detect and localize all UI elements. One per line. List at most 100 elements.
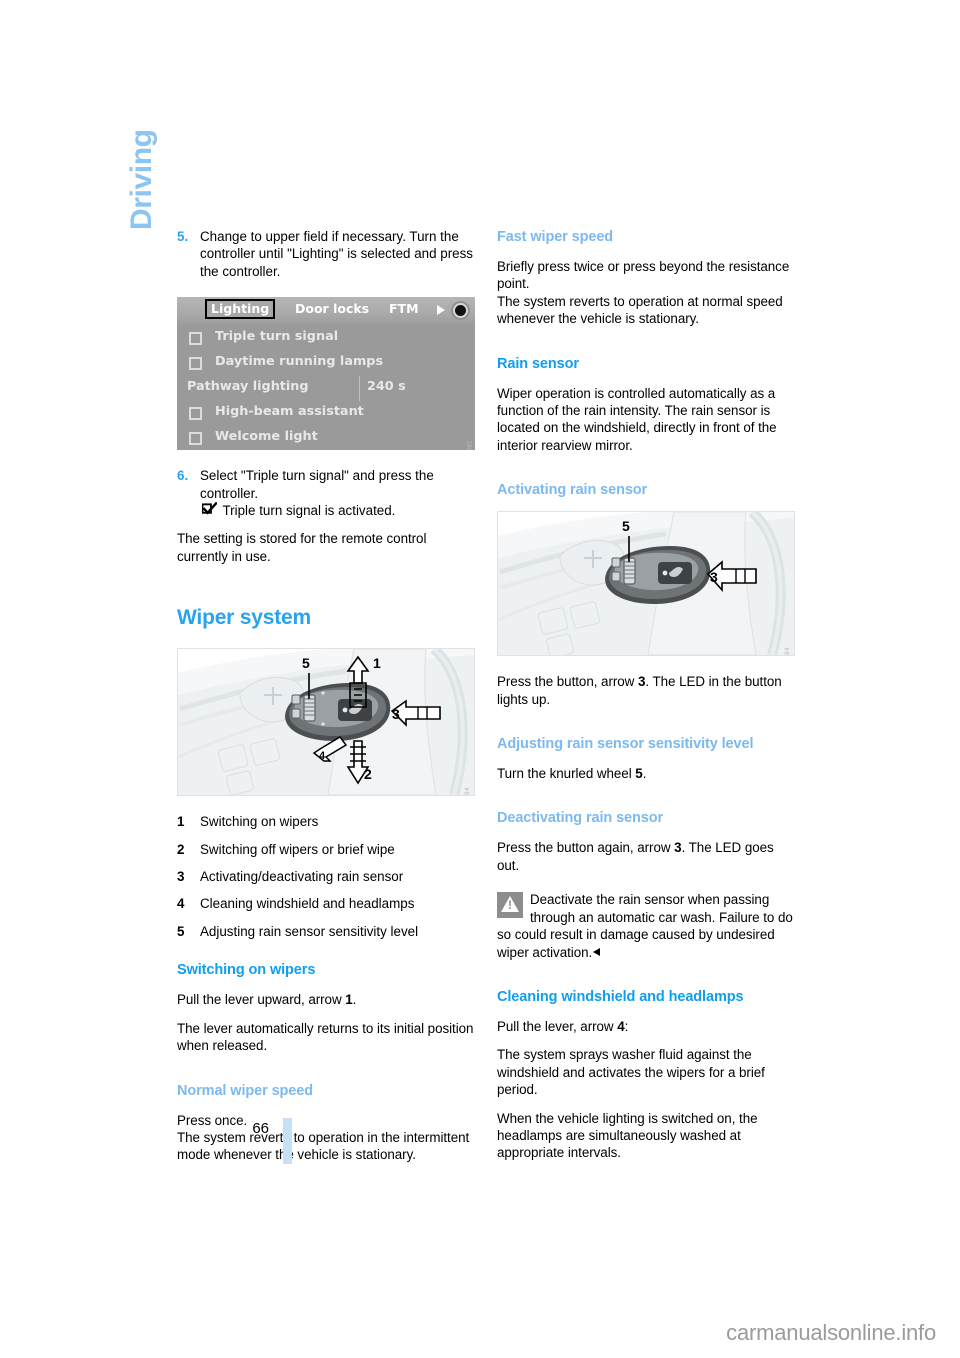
idrive-row-label: Welcome light (215, 429, 318, 445)
figure-watermark: VO0E3081 (467, 440, 473, 450)
text-fragment: Turn the knurled wheel (497, 766, 636, 782)
fast-wiper-speed-p1: Briefly press twice or press beyond the … (497, 259, 790, 292)
idrive-value-divider (359, 376, 360, 402)
left-column: 5. Change to upper field if necessary. T… (177, 228, 475, 1164)
legend-label: Switching off wipers or brief wipe (200, 841, 395, 857)
manual-page: Driving 5. Change to upper field if nece… (0, 0, 960, 1358)
step-6-text: Select "Triple turn signal" and press th… (200, 468, 434, 501)
text-fragment: : (624, 1018, 629, 1034)
idrive-tab-lighting[interactable]: Lighting (205, 299, 276, 320)
arrow-ref: 1 (345, 992, 353, 1008)
section-title-wiper-system: Wiper system (177, 606, 311, 630)
deactivating-rain-sensor-text: Press the button again, arrow 3. The LED… (497, 839, 795, 874)
step-6-result: Triple turn signal is activated. (222, 503, 396, 519)
idrive-row-label: Triple turn signal (215, 329, 339, 345)
checkbox-icon[interactable] (189, 432, 202, 446)
idrive-row-value: 240 s (367, 379, 406, 395)
checkbox-checked-icon (201, 501, 218, 515)
normal-wiper-speed-p1: Press once. (177, 1112, 248, 1128)
controller-knob-icon (451, 301, 470, 321)
step-5-text: Change to upper field if necessary. Turn… (200, 229, 474, 279)
normal-wiper-speed-p2: The system reverts to operation in the i… (177, 1129, 470, 1163)
text-fragment: . (352, 992, 357, 1008)
list-item: 4 Cleaning windshield and headlamps (177, 895, 475, 912)
step-6: 6. Select "Triple turn signal" and press… (177, 467, 475, 519)
svg-text:2: 2 (364, 766, 372, 782)
svg-text:5: 5 (302, 655, 310, 671)
activating-rain-sensor-text: Press the button, arrow 3. The LED in th… (497, 673, 795, 708)
svg-text:4: 4 (319, 750, 326, 762)
idrive-row-high-beam-assistant[interactable]: High-beam assistant (177, 401, 475, 426)
site-watermark: carmanualsonline.info (726, 1320, 936, 1345)
idrive-tab-ftm[interactable]: FTM (389, 301, 419, 316)
control-ref: 5 (635, 766, 643, 782)
legend-number: 2 (177, 841, 185, 857)
idrive-row-triple-turn-signal[interactable]: Triple turn signal (177, 326, 475, 351)
subheading-switching-on-wipers: Switching on wipers (177, 962, 316, 979)
adjusting-sensitivity-text: Turn the knurled wheel 5. (497, 765, 795, 782)
checkbox-icon[interactable] (189, 332, 202, 346)
page-number-rule (283, 1118, 292, 1164)
warning-note: Deactivate the rain sensor when passing … (497, 891, 795, 961)
legend-number: 4 (177, 896, 185, 912)
chapter-tab-driving: Driving (125, 129, 158, 230)
idrive-tab-door-locks[interactable]: Door locks (295, 301, 369, 316)
list-item: 5 Adjusting rain sensor sensitivity leve… (177, 923, 475, 940)
fast-wiper-speed-p2: The system reverts to operation at norma… (497, 293, 783, 327)
idrive-row-pathway-lighting[interactable]: Pathway lighting 240 s (177, 376, 475, 402)
legend-label: Switching on wipers (200, 814, 319, 830)
text-fragment: Pull the lever upward, arrow (177, 992, 346, 1008)
checkbox-icon[interactable] (189, 407, 202, 421)
subheading-fast-wiper-speed: Fast wiper speed (497, 229, 614, 245)
idrive-row-label: Pathway lighting (187, 379, 309, 395)
figure-rain-sensor-button: 3 5 VO0E8094 (497, 511, 795, 657)
subheading-rain-sensor: Rain sensor (497, 355, 579, 372)
idrive-tabbar: Lighting Door locks FTM (177, 297, 475, 325)
arrow-ref: 4 (617, 1018, 625, 1034)
legend-number: 3 (177, 869, 185, 885)
switching-on-wipers-p2: The lever automatically returns to its i… (177, 1020, 474, 1054)
text-fragment: Press the button, arrow (497, 674, 638, 690)
cleaning-p2: The system sprays washer fluid against t… (497, 1047, 765, 1098)
idrive-row-label: High-beam assistant (215, 404, 364, 420)
step-5-number: 5. (177, 229, 189, 244)
subheading-activating-rain-sensor: Activating rain sensor (497, 482, 648, 499)
cleaning-p1: Pull the lever, arrow 4: (497, 1018, 795, 1035)
figure-watermark: VO0E8094 (465, 787, 471, 795)
text-fragment: Pull the lever, arrow (497, 1018, 618, 1034)
figure-watermark: VO0E8094 (785, 647, 791, 655)
wiper-legend-list: 1 Switching on wipers 2 Switching off wi… (177, 813, 475, 940)
legend-label: Cleaning windshield and headlamps (200, 896, 415, 912)
svg-text:3: 3 (710, 569, 718, 585)
page-number: 66 (252, 1120, 269, 1137)
remote-control-note: The setting is stored for the remote con… (177, 531, 427, 564)
legend-label: Adjusting rain sensor sensitivity level (200, 923, 419, 939)
list-item: 1 Switching on wipers (177, 813, 475, 830)
text-fragment: . (642, 766, 647, 782)
cleaning-p3: When the vehicle lighting is switched on… (497, 1110, 758, 1161)
right-column: Fast wiper speed Briefly press twice or … (497, 228, 795, 1162)
legend-number: 1 (177, 814, 185, 830)
arrow-ref: 3 (674, 840, 682, 856)
subheading-normal-wiper-speed: Normal wiper speed (177, 1082, 313, 1099)
rain-sensor-p1: Wiper operation is controlled automatica… (497, 385, 777, 453)
list-item: 3 Activating/deactivating rain sensor (177, 868, 475, 885)
checkbox-icon[interactable] (189, 357, 202, 371)
legend-number: 5 (177, 923, 185, 939)
idrive-row-welcome-light[interactable]: Welcome light (177, 426, 475, 450)
list-item: 2 Switching off wipers or brief wipe (177, 841, 475, 858)
warning-text: Deactivate the rain sensor when passing … (497, 892, 793, 960)
step-6-number: 6. (177, 468, 189, 484)
switching-on-wipers-p1: Pull the lever upward, arrow 1. (177, 991, 475, 1008)
idrive-row-daytime-running-lamps[interactable]: Daytime running lamps (177, 351, 475, 376)
text-fragment: Press the button again, arrow (497, 840, 675, 856)
subheading-cleaning-windshield: Cleaning windshield and headlamps (497, 988, 744, 1005)
legend-label: Activating/deactivating rain sensor (200, 869, 404, 885)
end-of-warning-mark (593, 947, 601, 956)
svg-text:5: 5 (622, 518, 630, 534)
step-5: 5. Change to upper field if necessary. T… (177, 228, 475, 280)
warning-triangle-icon (497, 892, 523, 919)
svg-text:3: 3 (392, 706, 400, 722)
arrow-right-icon[interactable] (437, 305, 445, 316)
subheading-deactivating-rain-sensor: Deactivating rain sensor (497, 810, 664, 827)
